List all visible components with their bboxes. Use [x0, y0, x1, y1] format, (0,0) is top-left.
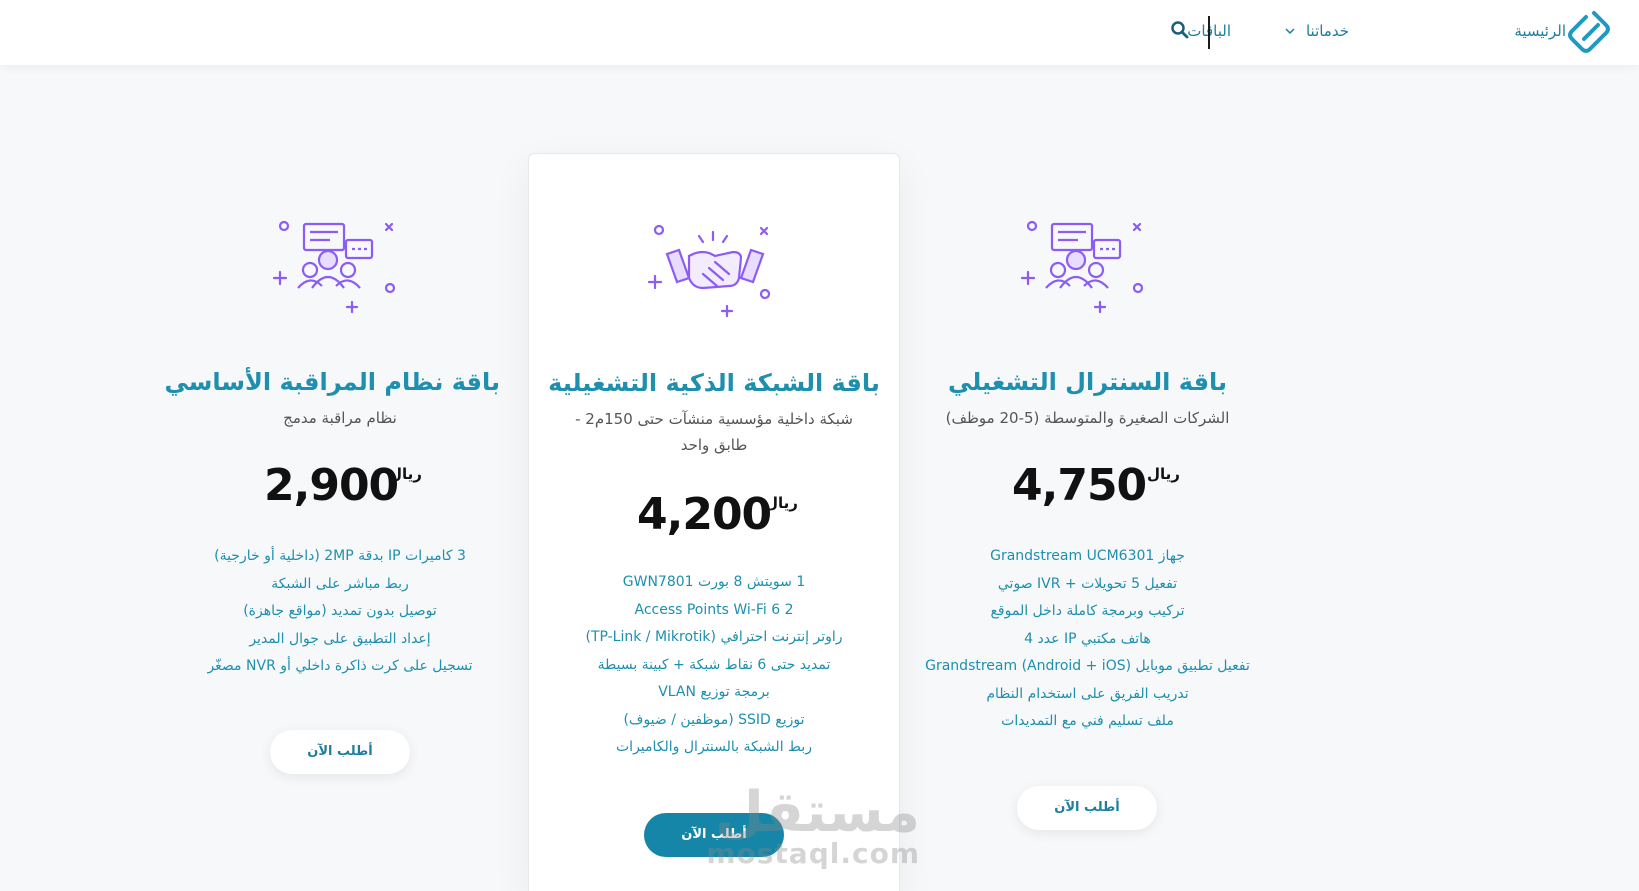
package-subtitle: نظام مراقبة مدمج: [283, 409, 397, 427]
package-card-surveillance: باقة نظام المراقبة الأساسي نظام مراقبة م…: [164, 150, 501, 850]
order-now-button[interactable]: أطلب الآن: [270, 730, 410, 774]
order-now-button[interactable]: أطلب الآن: [644, 813, 784, 857]
price-block: ريال 4,200: [529, 489, 899, 549]
package-title: باقة نظام المراقبة الأساسي: [164, 368, 501, 396]
feature-list: 3 كاميرات IP بدقة 2MP (داخلية أو خارجية)…: [180, 543, 500, 681]
package-subtitle: الشركات الصغيرة والمتوسطة (5-20 موظف): [945, 409, 1230, 427]
nav-services-label: خدماتنا: [1305, 22, 1349, 40]
price-currency: ريال: [1147, 465, 1180, 483]
people-chat-icon: [272, 220, 396, 314]
price-amount: 4,750: [1012, 460, 1147, 511]
price-amount: 4,200: [637, 489, 772, 540]
feature-item: 3 كاميرات IP بدقة 2MP (داخلية أو خارجية): [214, 548, 466, 564]
feature-item: تمديد حتى 6 نقاط شبكة + كبينة بسيطة: [597, 656, 831, 673]
price-block: ريال 2,900: [180, 460, 500, 520]
feature-item: هاتف مكتبي IP عدد 4: [1024, 630, 1151, 647]
feature-item: تسجيل على كرت ذاكرة داخلي أو NVR مصغّر: [207, 658, 473, 674]
package-title: باقة الشبكة الذكية التشغيلية: [548, 369, 880, 397]
feature-item: إعداد التطبيق على جوال المدير: [249, 630, 431, 647]
nav-services[interactable]: خدماتنا: [1285, 22, 1349, 40]
site-header: الرئيسية خدماتنا الباقات: [0, 0, 1639, 65]
feature-list: جهاز Grandstream UCM6301 تفعيل 5 تحويلات…: [915, 543, 1260, 736]
feature-item: 1 سويتش 8 بورت GWN7801: [622, 574, 806, 590]
feature-item: جهاز Grandstream UCM6301: [990, 548, 1185, 564]
feature-item: 2 Access Points Wi-Fi 6: [634, 601, 794, 618]
feature-item: ربط الشبكة بالسنترال والكاميرات: [616, 739, 812, 755]
feature-item: تفعيل 5 تحويلات + IVR صوتي: [997, 575, 1178, 592]
feature-item: ربط مباشر على الشبكة: [271, 575, 409, 592]
feature-item: راوتر إنترنت احترافي (TP-Link / Mikrotik…: [585, 629, 843, 645]
package-card-network: باقة الشبكة الذكية التشغيلية شبكة داخلية…: [528, 153, 900, 891]
feature-item: توصيل بدون تمديد (مواقع جاهزة): [243, 603, 437, 619]
feature-list: 1 سويتش 8 بورت GWN7801 2 Access Points W…: [529, 569, 899, 762]
nav-home[interactable]: الرئيسية: [1514, 22, 1566, 40]
brand-logo-icon[interactable]: [1564, 7, 1614, 57]
price-amount: 2,900: [264, 460, 399, 511]
feature-item: تفعيل تطبيق موبايل Grandstream (Android …: [925, 658, 1250, 674]
package-subtitle: شبكة داخلية مؤسسية منشآت حتى 150م2 - طاب…: [575, 410, 853, 454]
feature-item: توزيع SSID (موظفين / ضيوف): [623, 711, 805, 728]
package-title: باقة السنترال التشغيلي: [947, 368, 1228, 396]
price-block: ريال 4,750: [915, 460, 1260, 520]
order-now-button[interactable]: أطلب الآن: [1017, 786, 1157, 830]
feature-item: برمجة توزيع VLAN: [658, 684, 770, 700]
feature-item: تركيب وبرمجة كاملة داخل الموقع: [990, 603, 1185, 619]
feature-item: تدريب الفريق على استخدام النظام: [986, 685, 1189, 702]
feature-item: ملف تسليم فني مع التمديدات: [1001, 713, 1174, 729]
nav-divider: [1208, 16, 1210, 49]
handshake-icon: [647, 224, 771, 318]
chevron-down-icon: [1285, 28, 1295, 35]
package-card-pbx: باقة السنترال التشغيلي الشركات الصغيرة و…: [915, 150, 1260, 850]
search-icon[interactable]: [1170, 20, 1190, 40]
people-chat-icon: [1020, 220, 1144, 314]
